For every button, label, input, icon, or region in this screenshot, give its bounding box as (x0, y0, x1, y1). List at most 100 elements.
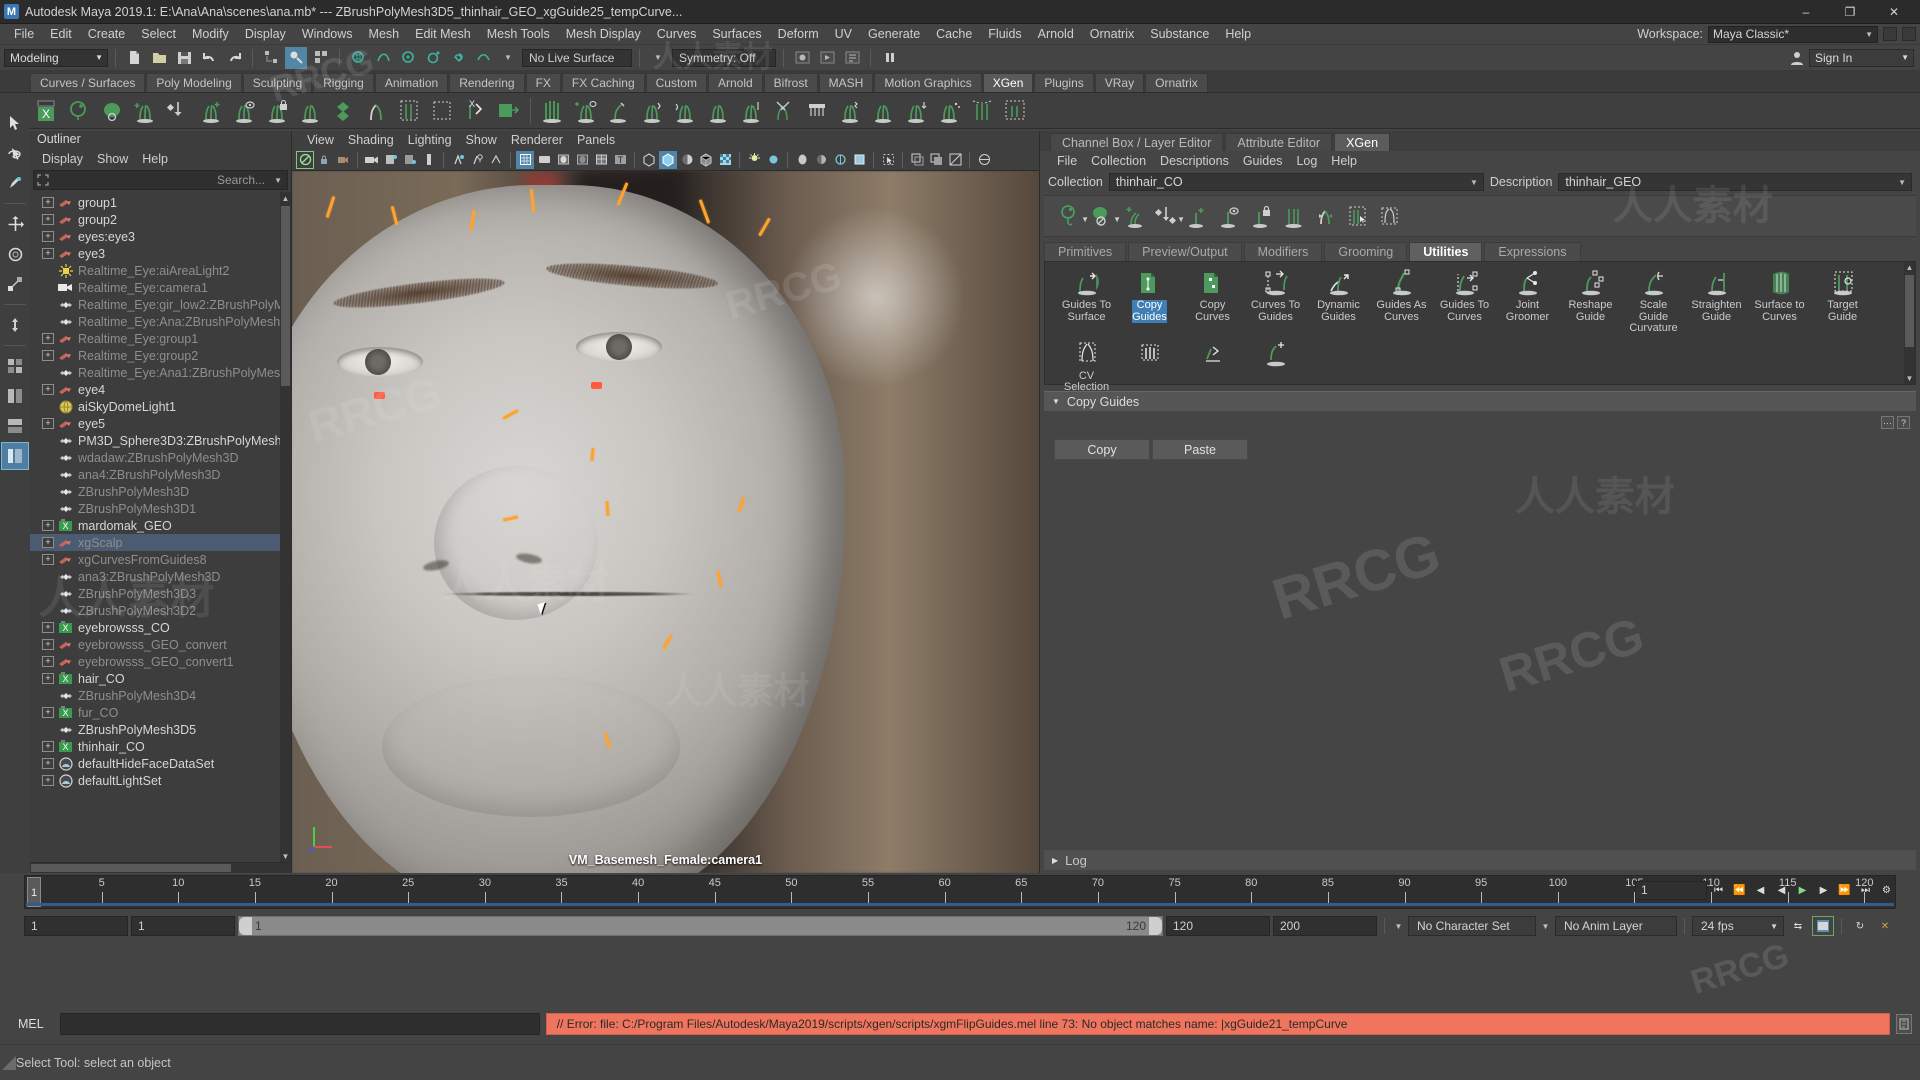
expand-toggle-icon[interactable]: + (42, 384, 54, 395)
lock-guide-icon[interactable] (1246, 199, 1276, 233)
menu-item-help[interactable]: Help (1217, 24, 1259, 45)
menu-item-create[interactable]: Create (80, 24, 134, 45)
expand-toggle-icon[interactable]: + (42, 673, 54, 684)
minimize-button[interactable]: – (1784, 0, 1828, 24)
live-surface-field[interactable]: No Live Surface (522, 48, 632, 67)
xgen-groom-shelf-icon[interactable] (327, 95, 359, 127)
outliner-item[interactable]: + defaultLightSet (30, 772, 291, 789)
viewport-menu-shading[interactable]: Shading (341, 133, 401, 147)
signin-button[interactable]: Sign In ▼ (1809, 48, 1914, 67)
menu-item-modify[interactable]: Modify (184, 24, 237, 45)
outliner-item[interactable]: +Realtime_Eye:Ana:ZBrushPolyMesh3D (30, 313, 291, 330)
menu-item-fluids[interactable]: Fluids (980, 24, 1029, 45)
ornatrix-gravity-shelf-icon[interactable] (900, 95, 932, 127)
scrollbar-thumb[interactable] (281, 206, 290, 386)
outliner-item[interactable]: + eyebrowsss_GEO_convert (30, 636, 291, 653)
snap-to-curve-button[interactable] (372, 47, 394, 69)
shelf-tab-motion-graphics[interactable]: Motion Graphics (874, 73, 982, 92)
outliner-horizontal-scrollbar[interactable] (30, 862, 291, 873)
create-collection-icon[interactable]: ▼ (1086, 199, 1121, 233)
expand-toggle-icon[interactable]: + (42, 554, 54, 565)
ornatrix-ground-shelf-icon[interactable] (999, 95, 1031, 127)
scroll-up-arrow-icon[interactable]: ▲ (1904, 262, 1915, 273)
menu-item-ornatrix[interactable]: Ornatrix (1082, 24, 1142, 45)
outliner-item[interactable]: + xgCurvesFromGuides8 (30, 551, 291, 568)
guide-visibility-icon[interactable] (1214, 199, 1244, 233)
utility-copy-curves[interactable]: Copy Curves (1181, 268, 1244, 335)
workspace-options-icon[interactable] (1902, 27, 1916, 41)
image-plane-icon[interactable] (975, 151, 993, 169)
rotate-tool-button[interactable] (1, 240, 29, 268)
error-message-bar[interactable]: // Error: file: C:/Program Files/Autodes… (545, 1013, 1890, 1035)
outliner-item[interactable]: +aiSkyDomeLight1 (30, 398, 291, 415)
shelf-tab-ornatrix[interactable]: Ornatrix (1145, 73, 1208, 92)
menu-set-select[interactable]: Modeling ▼ (4, 48, 108, 67)
symmetry-field[interactable]: Symmetry: Off (672, 48, 776, 67)
utility-guides-to-surface[interactable]: Guides To Surface (1055, 268, 1118, 335)
scroll-down-arrow-icon[interactable]: ▼ (1904, 373, 1915, 384)
camera-attributes-icon[interactable] (334, 151, 352, 169)
utilities-scrollbar[interactable]: ▲ ▼ (1904, 262, 1915, 384)
lasso-tool-button[interactable] (1, 139, 29, 167)
collection-select[interactable]: thinhair_CO ▼ (1108, 173, 1484, 191)
outliner-item[interactable]: +ana4:ZBrushPolyMesh3D (30, 466, 291, 483)
utility-scale-guide-curvature[interactable]: Scale Guide Curvature (1622, 268, 1685, 335)
select-by-hierarchy-button[interactable] (260, 47, 282, 69)
viewport-menu-lighting[interactable]: Lighting (401, 133, 459, 147)
step-back-frame-button[interactable]: ◀ (1751, 881, 1770, 900)
outliner-search-bar[interactable]: Search... ▼ (33, 170, 288, 190)
layout-four-view-button[interactable] (1, 352, 29, 380)
copy-button[interactable]: Copy (1054, 439, 1150, 460)
panel-zoom-icon[interactable] (908, 151, 926, 169)
select-by-component-button[interactable] (310, 47, 332, 69)
outliner-item[interactable]: + eye4 (30, 381, 291, 398)
utility-copy-guides[interactable]: Copy Guides (1118, 268, 1181, 335)
outliner-item[interactable]: +wdadaw:ZBrushPolyMesh3D (30, 449, 291, 466)
outliner-menu-help[interactable]: Help (136, 152, 174, 166)
render-current-frame-button[interactable] (791, 47, 813, 69)
use-default-material-icon[interactable] (659, 150, 677, 169)
outliner-item[interactable]: + eye5 (30, 415, 291, 432)
select-guides-box-icon[interactable] (1374, 199, 1404, 233)
show-wireframe-cube-icon[interactable] (640, 151, 658, 169)
range-right-handle[interactable] (1149, 917, 1162, 935)
menu-item-edit[interactable]: Edit (42, 24, 80, 45)
utility-joint-groomer[interactable]: Joint Groomer (1496, 268, 1559, 335)
step-forward-frame-button[interactable]: ▶ (1814, 881, 1833, 900)
render-settings-button[interactable] (841, 47, 863, 69)
outliner-item[interactable]: + Xhair_CO (30, 670, 291, 687)
lock-camera-icon[interactable] (315, 151, 333, 169)
range-end-field[interactable]: 120 (1166, 916, 1270, 936)
utility-utility-row2-2[interactable] (1181, 339, 1244, 394)
outliner-menu-display[interactable]: Display (36, 152, 89, 166)
xgen-menu-guides[interactable]: Guides (1236, 154, 1290, 168)
ornatrix-comb-shelf-icon[interactable] (801, 95, 833, 127)
utility-reshape-guide[interactable]: Reshape Guide (1559, 268, 1622, 335)
xgen-add-guide-shelf-icon[interactable] (195, 95, 227, 127)
select-by-object-button[interactable] (285, 46, 307, 69)
expand-toggle-icon[interactable]: + (42, 741, 54, 752)
xgen-menu-help[interactable]: Help (1324, 154, 1364, 168)
layout-outliner-persp-button[interactable] (1, 442, 29, 470)
scroll-down-arrow-icon[interactable]: ▼ (280, 850, 291, 862)
expand-toggle-icon[interactable]: + (42, 350, 54, 361)
ornatrix-cut-shelf-icon[interactable] (768, 95, 800, 127)
playback-end-field[interactable]: 200 (1273, 916, 1377, 936)
ornatrix-frizz-shelf-icon[interactable] (636, 95, 668, 127)
utility-guides-to-curves[interactable]: Guides To Curves (1433, 268, 1496, 335)
make-live-button[interactable] (472, 47, 494, 69)
shaded-mode-icon[interactable] (678, 151, 696, 169)
expand-toggle-icon[interactable]: + (42, 758, 54, 769)
rotate-view-icon[interactable]: ↻ (1849, 916, 1871, 936)
shelf-tab-rigging[interactable]: Rigging (313, 73, 374, 92)
move-tool-button[interactable] (1, 210, 29, 238)
outliner-item[interactable]: +Realtime_Eye:gir_low2:ZBrushPolyMesh (30, 296, 291, 313)
outliner-item[interactable]: + Xeyebrowsss_CO (30, 619, 291, 636)
ornatrix-mesh-shelf-icon[interactable] (966, 95, 998, 127)
utility-surface-to-curves[interactable]: Surface to Curves (1748, 268, 1811, 335)
menu-item-curves[interactable]: Curves (649, 24, 705, 45)
menu-item-cache[interactable]: Cache (928, 24, 980, 45)
multisample-anti-aliasing-icon[interactable] (850, 151, 868, 169)
expand-toggle-icon[interactable]: + (42, 214, 54, 225)
outliner-item[interactable]: + Realtime_Eye:group1 (30, 330, 291, 347)
